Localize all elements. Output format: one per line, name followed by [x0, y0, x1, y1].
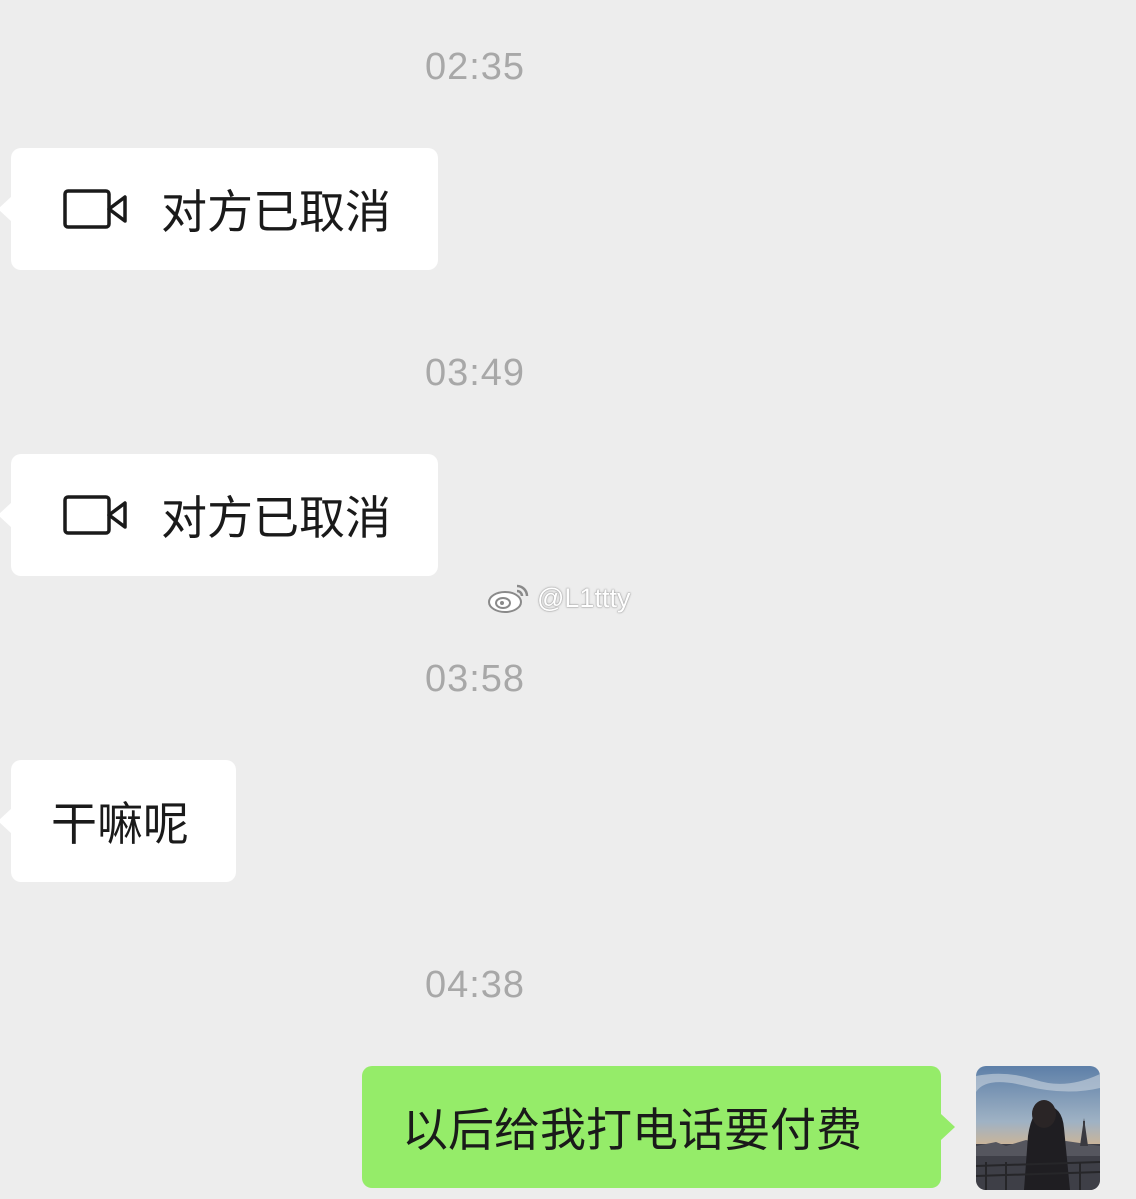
timestamp: 03:58: [424, 658, 526, 700]
message-text: 干嘛呢: [51, 797, 189, 851]
message-text: 对方已取消: [161, 491, 391, 545]
video-call-message-bubble[interactable]: 对方已取消: [0, 454, 438, 576]
avatar-photo: [976, 1066, 1100, 1190]
video-camera-icon: [63, 189, 127, 229]
watermark-handle: @L1ttty: [537, 582, 631, 613]
message-text: 以后给我打电话要付费: [402, 1103, 862, 1157]
text-message-bubble[interactable]: 干嘛呢: [0, 760, 236, 882]
avatar[interactable]: [976, 1066, 1100, 1190]
outgoing-message-bubble[interactable]: 以后给我打电话要付费: [362, 1066, 955, 1188]
timestamp: 03:49: [424, 352, 526, 394]
timestamp: 04:38: [424, 964, 526, 1006]
video-camera-icon: [63, 495, 127, 535]
timestamp: 02:35: [424, 46, 526, 88]
weibo-logo: [488, 584, 529, 613]
watermark: @L1ttty: [487, 582, 630, 614]
message-text: 对方已取消: [161, 185, 391, 239]
video-call-message-bubble[interactable]: 对方已取消: [0, 148, 438, 270]
